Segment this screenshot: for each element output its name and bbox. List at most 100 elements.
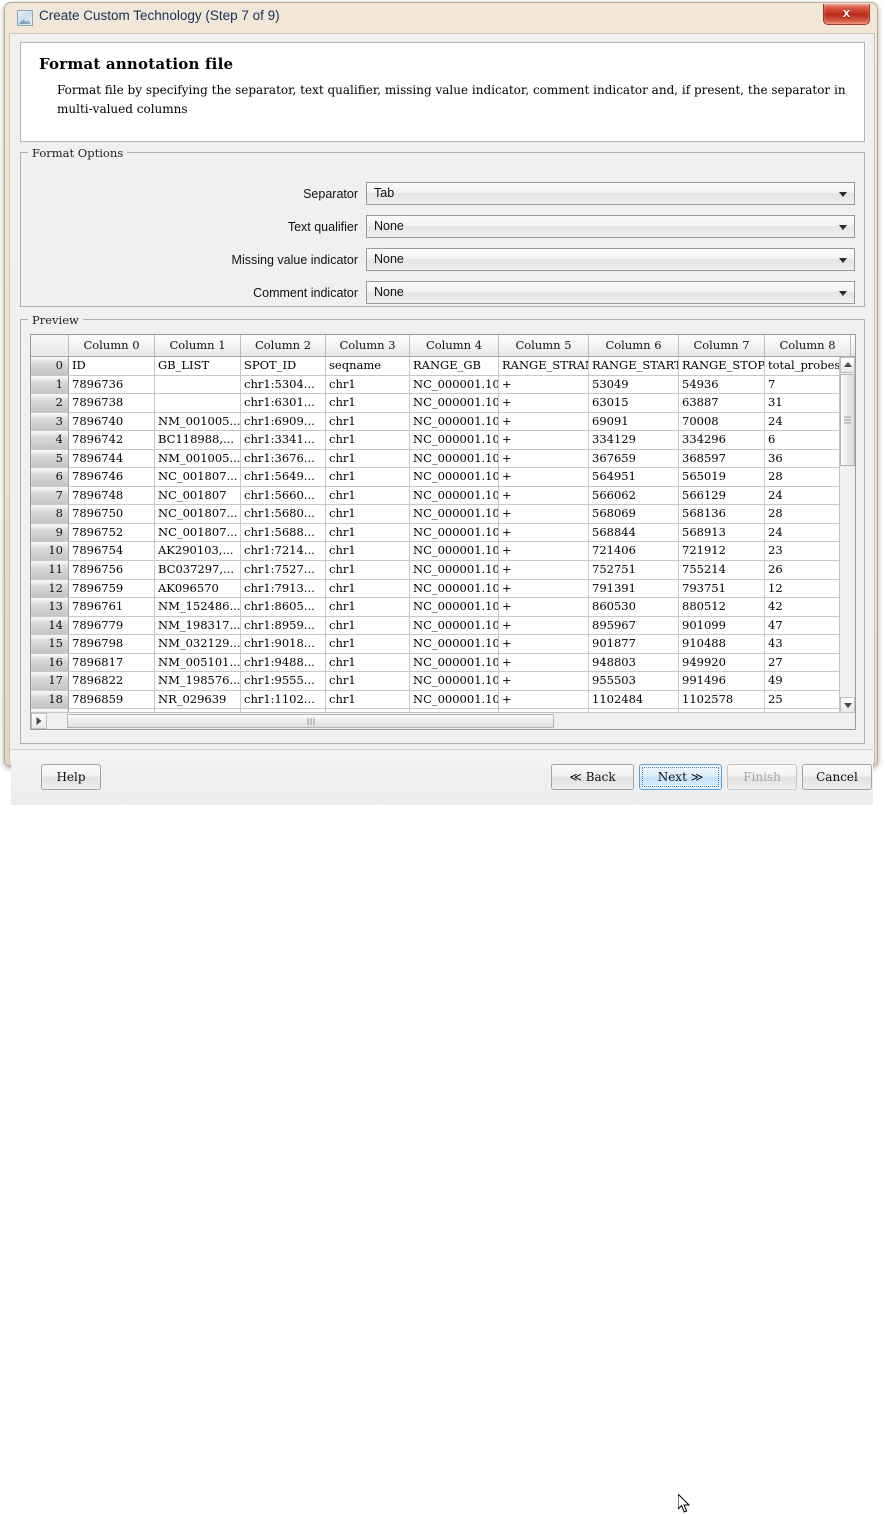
table-cell[interactable]: seqname: [326, 357, 410, 375]
table-row[interactable]: 37896740NM_001005...chr1:6909...chr1NC_0…: [31, 413, 856, 432]
table-cell[interactable]: 721912: [679, 542, 765, 560]
table-cell[interactable]: 566062: [589, 487, 679, 505]
table-cell[interactable]: chr1:5680...: [241, 505, 326, 523]
table-cell[interactable]: 955503: [589, 672, 679, 690]
table-row-header[interactable]: 11: [31, 561, 69, 579]
table-cell[interactable]: 791391: [589, 580, 679, 598]
separator-combobox[interactable]: Tab: [366, 182, 855, 205]
table-cell[interactable]: +: [499, 635, 589, 653]
table-cell[interactable]: chr1: [326, 431, 410, 449]
table-cell[interactable]: +: [499, 431, 589, 449]
table-row-header[interactable]: 13: [31, 598, 69, 616]
table-cell[interactable]: 1102484: [589, 691, 679, 709]
horizontal-scrollbar[interactable]: [31, 712, 856, 729]
table-cell[interactable]: 910488: [679, 635, 765, 653]
table-cell[interactable]: NC_000001.10: [410, 691, 499, 709]
table-cell[interactable]: 7896740: [69, 413, 155, 431]
table-cell[interactable]: 7896798: [69, 635, 155, 653]
table-cell[interactable]: chr1: [326, 487, 410, 505]
table-cell[interactable]: +: [499, 524, 589, 542]
table-cell[interactable]: RANGE_START: [589, 357, 679, 375]
table-cell[interactable]: 7896779: [69, 617, 155, 635]
table-cell[interactable]: 70008: [679, 413, 765, 431]
table-cell[interactable]: 7896736: [69, 376, 155, 394]
table-cell[interactable]: 53049: [589, 376, 679, 394]
table-cell[interactable]: +: [499, 468, 589, 486]
table-cell[interactable]: 63887: [679, 394, 765, 412]
horizontal-scroll-thumb[interactable]: [67, 714, 554, 728]
text-qualifier-combobox[interactable]: None: [366, 215, 855, 238]
table-cell[interactable]: NC_000001.10: [410, 487, 499, 505]
table-cell[interactable]: AK290103,...: [155, 542, 241, 560]
table-cell[interactable]: GB_LIST: [155, 357, 241, 375]
table-cell[interactable]: NM_198317...: [155, 617, 241, 635]
table-cell[interactable]: chr1: [326, 635, 410, 653]
back-button[interactable]: ≪ Back: [551, 764, 634, 790]
table-cell[interactable]: chr1: [326, 542, 410, 560]
table-cell[interactable]: 69091: [589, 413, 679, 431]
table-cell[interactable]: chr1: [326, 691, 410, 709]
table-corner-header[interactable]: [31, 335, 69, 356]
table-column-header-2[interactable]: Column 2: [241, 335, 326, 356]
table-row[interactable]: 27896738chr1:6301...chr1NC_000001.10+630…: [31, 394, 856, 413]
table-row-header[interactable]: 16: [31, 654, 69, 672]
table-cell[interactable]: +: [499, 487, 589, 505]
table-column-header-1[interactable]: Column 1: [155, 335, 241, 356]
table-cell[interactable]: chr1:6909...: [241, 413, 326, 431]
table-cell[interactable]: 7896748: [69, 487, 155, 505]
table-row-header[interactable]: 9: [31, 524, 69, 542]
table-cell[interactable]: NC_000001.10: [410, 617, 499, 635]
table-column-header-5[interactable]: Column 5: [499, 335, 589, 356]
table-cell[interactable]: [155, 376, 241, 394]
table-row-header[interactable]: 3: [31, 413, 69, 431]
table-cell[interactable]: chr1: [326, 505, 410, 523]
table-cell[interactable]: chr1:7527...: [241, 561, 326, 579]
table-cell[interactable]: +: [499, 450, 589, 468]
missing-value-indicator-combobox[interactable]: None: [366, 248, 855, 271]
table-cell[interactable]: NC_001807: [155, 487, 241, 505]
table-cell[interactable]: RANGE_STOP: [679, 357, 765, 375]
table-cell[interactable]: NM_032129...: [155, 635, 241, 653]
table-row[interactable]: 87896750NC_001807...chr1:5680...chr1NC_0…: [31, 505, 856, 524]
table-column-header-7[interactable]: Column 7: [679, 335, 765, 356]
table-row[interactable]: 187896859NR_029639chr1:1102...chr1NC_000…: [31, 691, 856, 710]
table-cell[interactable]: NC_001807...: [155, 524, 241, 542]
help-button[interactable]: Help: [41, 764, 101, 790]
table-cell[interactable]: +: [499, 691, 589, 709]
table-cell[interactable]: 752751: [589, 561, 679, 579]
table-cell[interactable]: +: [499, 598, 589, 616]
table-cell[interactable]: NC_001807...: [155, 505, 241, 523]
table-cell[interactable]: chr1:5304...: [241, 376, 326, 394]
table-cell[interactable]: 565019: [679, 468, 765, 486]
table-cell[interactable]: chr1:3676...: [241, 450, 326, 468]
table-cell[interactable]: 721406: [589, 542, 679, 560]
table-cell[interactable]: NM_001005...: [155, 413, 241, 431]
table-cell[interactable]: chr1:9555...: [241, 672, 326, 690]
table-cell[interactable]: chr1: [326, 394, 410, 412]
table-cell[interactable]: 7896759: [69, 580, 155, 598]
table-row-header[interactable]: 6: [31, 468, 69, 486]
table-cell[interactable]: 54936: [679, 376, 765, 394]
table-cell[interactable]: 7896746: [69, 468, 155, 486]
table-cell[interactable]: NC_000001.10: [410, 635, 499, 653]
table-cell[interactable]: NC_000001.10: [410, 524, 499, 542]
next-button[interactable]: Next ≫: [639, 764, 722, 790]
table-cell[interactable]: 880512: [679, 598, 765, 616]
vertical-scrollbar[interactable]: [839, 357, 855, 713]
table-column-header-0[interactable]: Column 0: [69, 335, 155, 356]
table-cell[interactable]: +: [499, 654, 589, 672]
table-cell[interactable]: 568136: [679, 505, 765, 523]
table-cell[interactable]: chr1:1102...: [241, 691, 326, 709]
table-row[interactable]: 157896798NM_032129...chr1:9018...chr1NC_…: [31, 635, 856, 654]
table-cell[interactable]: +: [499, 580, 589, 598]
table-cell[interactable]: NC_000001.10: [410, 654, 499, 672]
table-cell[interactable]: 7896752: [69, 524, 155, 542]
table-cell[interactable]: +: [499, 413, 589, 431]
table-cell[interactable]: 1102578: [679, 691, 765, 709]
table-cell[interactable]: BC118988,...: [155, 431, 241, 449]
table-row[interactable]: 177896822NM_198576...chr1:9555...chr1NC_…: [31, 672, 856, 691]
table-cell[interactable]: 755214: [679, 561, 765, 579]
table-row-header[interactable]: 1: [31, 376, 69, 394]
table-cell[interactable]: chr1:6301...: [241, 394, 326, 412]
table-row-header[interactable]: 4: [31, 431, 69, 449]
